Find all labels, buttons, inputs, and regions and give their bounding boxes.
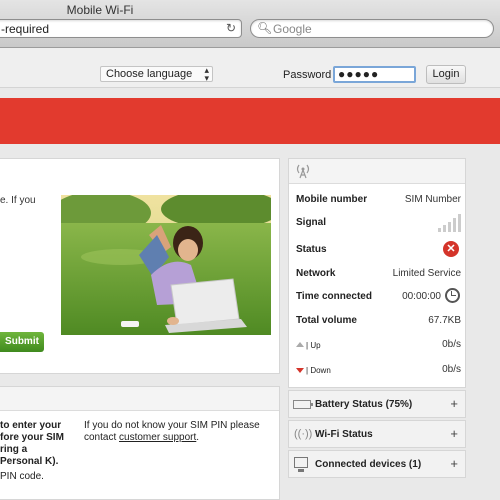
battery-icon (293, 400, 313, 409)
language-select-label: Choose language (106, 68, 193, 80)
url-text: -required (1, 22, 50, 36)
intro-text: e. If you (0, 195, 36, 206)
search-input[interactable]: 🔍︎ Google (250, 19, 494, 38)
total-volume-label: Total volume (296, 315, 357, 326)
pin-help-card-header (0, 387, 279, 411)
password-label: Password (283, 69, 332, 81)
customer-support-link[interactable]: customer support (119, 432, 196, 443)
time-connected-value: 00:00:00 (402, 291, 441, 302)
download-arrow-icon (296, 368, 304, 373)
battery-status-accordion[interactable]: Battery Status (75%) + (288, 390, 466, 418)
total-volume-row: Total volume 67.7KB (296, 313, 461, 331)
wifi-icon: ((·)) (294, 428, 313, 440)
brand-banner (0, 98, 500, 144)
window-title: Mobile Wi-Fi (66, 3, 134, 17)
download-label-text: Down (310, 366, 331, 375)
status-row: Status ✕ (296, 241, 461, 260)
submit-button[interactable]: Submit (0, 332, 44, 352)
pin-instructions-footer: PIN code. (0, 471, 44, 482)
pin-help-text: If you do not know your SIM PIN please c… (84, 420, 274, 444)
password-input[interactable]: ●●●●● (333, 66, 416, 83)
download-label: | Down (306, 366, 331, 375)
wifi-status-accordion[interactable]: ((·)) Wi-Fi Status + (288, 420, 466, 448)
address-bar[interactable]: -required ↻ (0, 19, 242, 38)
upload-label: | Up (306, 341, 321, 350)
pin-help-card: to enter your fore your SIM ring a Perso… (0, 386, 280, 500)
login-button[interactable]: Login (426, 65, 466, 84)
select-arrows-icon: ▴ ▾ (204, 65, 209, 83)
time-connected-row: Time connected 00:00:00 (296, 288, 461, 307)
browser-toolbar: Mobile Wi-Fi -required ↻ 🔍︎ Google (0, 0, 500, 48)
network-value: Limited Service (392, 268, 461, 279)
expand-plus-icon[interactable]: + (450, 456, 458, 471)
pin-help-suffix: . (196, 432, 200, 443)
network-row: Network Limited Service (296, 266, 461, 284)
hero-photo (61, 195, 271, 335)
search-icon: 🔍︎ (257, 21, 273, 35)
status-panel-header (289, 159, 465, 184)
battery-status-label: Battery Status (75%) (315, 399, 413, 410)
upload-label-text: Up (310, 341, 321, 350)
monitor-icon (294, 457, 308, 472)
mobile-number-row: Mobile number SIM Number (296, 192, 461, 210)
mobile-number-label: Mobile number (296, 194, 368, 205)
signal-bars-icon (438, 214, 461, 232)
upload-row: | Up 0b/s (296, 337, 461, 355)
clock-icon (445, 288, 460, 303)
antenna-icon (296, 164, 310, 179)
network-label: Network (296, 268, 336, 279)
page-header: Choose language ▴ ▾ Password ●●●●● Login (0, 48, 500, 88)
signal-label: Signal (296, 217, 327, 228)
download-row: | Down 0b/s (296, 362, 461, 380)
search-placeholder: Google (273, 22, 312, 36)
reload-icon[interactable]: ↻ (226, 21, 236, 35)
expand-plus-icon[interactable]: + (450, 396, 458, 411)
pin-instructions: to enter your fore your SIM ring a Perso… (0, 420, 64, 467)
upload-arrow-icon (296, 342, 304, 347)
language-select[interactable]: Choose language ▴ ▾ (100, 65, 213, 83)
mobile-number-value: SIM Number (404, 194, 461, 205)
connected-devices-label: Connected devices (1) (315, 459, 422, 470)
download-value: 0b/s (442, 364, 461, 375)
pin-entry-card: e. If you Submit (0, 158, 280, 374)
time-connected-label: Time connected (296, 291, 372, 302)
status-panel: Mobile number SIM Number Signal Status ✕… (288, 158, 466, 388)
expand-plus-icon[interactable]: + (450, 426, 458, 441)
status-label: Status (296, 244, 327, 255)
error-icon: ✕ (443, 241, 459, 257)
connected-devices-accordion[interactable]: Connected devices (1) + (288, 450, 466, 478)
signal-row: Signal (296, 214, 461, 233)
wifi-status-label: Wi-Fi Status (315, 429, 373, 440)
upload-value: 0b/s (442, 339, 461, 350)
total-volume-value: 67.7KB (428, 315, 461, 326)
